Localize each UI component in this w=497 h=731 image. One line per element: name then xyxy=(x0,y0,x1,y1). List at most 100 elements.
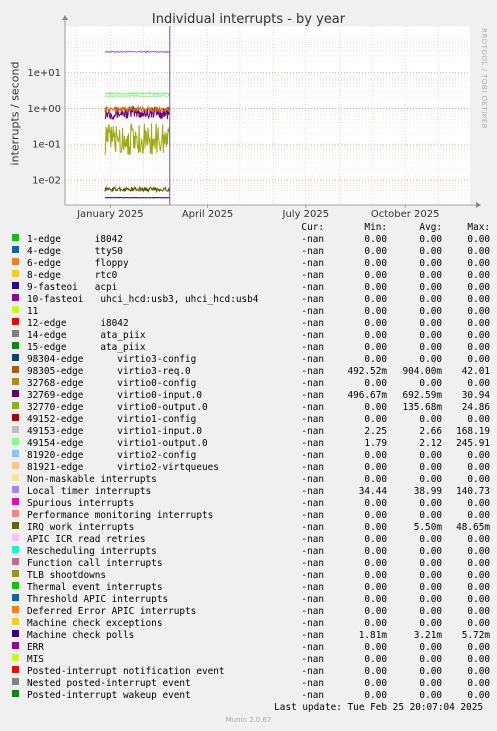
legend-avg: 0.00 xyxy=(419,318,442,329)
legend-label: 32770-edge virtio0-output.0 xyxy=(27,402,208,413)
legend-row: Local timer interrupts -nan 34.44 38.99 140.… xyxy=(12,486,492,498)
y-tick-label: 1e-01 xyxy=(32,140,61,151)
x-tick-label: July 2025 xyxy=(282,209,330,220)
legend-cur: -nan xyxy=(301,306,324,317)
legend-max: 0.00 xyxy=(467,318,490,329)
legend-label: 15-edge ata_piix xyxy=(27,342,146,353)
legend-avg: 0.00 xyxy=(419,690,442,701)
legend-label: 98304-edge virtio3-config xyxy=(27,354,197,365)
legend-label: Machine check polls xyxy=(27,630,135,641)
legend-min: 0.00 xyxy=(364,450,387,461)
legend-avg: 0.00 xyxy=(419,306,442,317)
legend-avg: 0.00 xyxy=(419,642,442,653)
legend-cur: -nan xyxy=(301,546,324,557)
legend-swatch xyxy=(12,510,19,517)
legend-max: 0.00 xyxy=(467,246,490,257)
legend-swatch xyxy=(12,450,19,457)
legend-cur: -nan xyxy=(301,510,324,521)
legend-row: 15-edge ata_piix -nan 0.00 0.00 0.00 xyxy=(12,342,492,354)
legend-min: 34.44 xyxy=(358,486,387,497)
legend-min: 0.00 xyxy=(364,414,387,425)
legend-min: 0.00 xyxy=(364,510,387,521)
legend-avg: 2.66 xyxy=(419,426,442,437)
last-update: Last update: Tue Feb 25 20:07:04 2025 xyxy=(274,702,483,713)
legend-header-cur: Cur: xyxy=(301,222,324,233)
legend-min: 0.00 xyxy=(364,570,387,581)
legend-cur: -nan xyxy=(301,594,324,605)
legend-max: 0.00 xyxy=(467,270,490,281)
legend-label: TLB shootdowns xyxy=(27,570,107,581)
legend-row: 49153-edge virtio1-input.0 -nan 2.25 2.66 16… xyxy=(12,426,492,438)
legend-label: 11 xyxy=(27,306,39,317)
legend-min: 0.00 xyxy=(364,582,387,593)
legend-row: TLB shootdowns -nan 0.00 0.00 0.00 xyxy=(12,570,492,582)
legend-cur: -nan xyxy=(301,246,324,257)
legend-row: MIS -nan 0.00 0.00 0.00 xyxy=(12,654,492,666)
legend-cur: -nan xyxy=(301,258,324,269)
legend-avg: 0.00 xyxy=(419,570,442,581)
legend-cur: -nan xyxy=(301,486,324,497)
x-tick-label: January 2025 xyxy=(76,209,144,220)
legend-swatch xyxy=(12,618,19,625)
legend-avg: 0.00 xyxy=(419,666,442,677)
legend-label: Deferred Error APIC interrupts xyxy=(27,606,197,617)
legend-avg: 0.00 xyxy=(419,270,442,281)
legend-row: Rescheduling interrupts -nan 0.00 0.00 0.00 xyxy=(12,546,492,558)
legend-min: 492.52m xyxy=(347,366,387,377)
legend-avg: 0.00 xyxy=(419,378,442,389)
legend-min: 0.00 xyxy=(364,270,387,281)
legend-max: 0.00 xyxy=(467,666,490,677)
legend-label: 10-fasteoi uhci_hcd:usb3, uhci_hcd:usb4 xyxy=(27,294,259,305)
legend-min: 0.00 xyxy=(364,594,387,605)
legend-cur: -nan xyxy=(301,450,324,461)
legend-swatch xyxy=(12,690,19,697)
legend-avg: 0.00 xyxy=(419,510,442,521)
legend-row: 8-edge rtc0 -nan 0.00 0.00 0.00 xyxy=(12,270,492,282)
legend-max: 0.00 xyxy=(467,474,490,485)
legend-avg: 0.00 xyxy=(419,354,442,365)
legend-avg: 0.00 xyxy=(419,558,442,569)
legend-min: 0.00 xyxy=(364,546,387,557)
legend-swatch xyxy=(12,366,19,373)
legend-avg: 692.59m xyxy=(402,390,442,401)
legend-row: 32769-edge virtio0-input.0 -nan 496.67m 692… xyxy=(12,390,492,402)
legend-max: 0.00 xyxy=(467,282,490,293)
legend-min: 0.00 xyxy=(364,654,387,665)
legend-avg: 0.00 xyxy=(419,498,442,509)
legend-max: 0.00 xyxy=(467,414,490,425)
legend-swatch xyxy=(12,402,19,409)
legend-min: 0.00 xyxy=(364,522,387,533)
legend-avg: 0.00 xyxy=(419,294,442,305)
legend-avg: 135.68m xyxy=(402,402,442,413)
legend-row: Deferred Error APIC interrupts -nan 0.00 0.… xyxy=(12,606,492,618)
legend-label: Local timer interrupts xyxy=(27,486,152,497)
legend-min: 0.00 xyxy=(364,534,387,545)
legend-swatch xyxy=(12,534,19,541)
legend-max: 0.00 xyxy=(467,234,490,245)
legend-min: 0.00 xyxy=(364,690,387,701)
legend-max: 168.19 xyxy=(456,426,490,437)
x-axis-arrow xyxy=(476,202,481,208)
legend-max: 245.91 xyxy=(456,438,490,449)
legend-row: 32768-edge virtio0-config -nan 0.00 0.00 0.0… xyxy=(12,378,492,390)
legend-min: 0.00 xyxy=(364,318,387,329)
legend-max: 0.00 xyxy=(467,654,490,665)
legend-max: 0.00 xyxy=(467,678,490,689)
legend-max: 24.86 xyxy=(461,402,490,413)
legend-max: 0.00 xyxy=(467,570,490,581)
legend-header: Cur: Min: Avg: Max: xyxy=(12,222,492,234)
legend-label: 6-edge floppy xyxy=(27,258,129,269)
legend-label: 4-edge ttyS0 xyxy=(27,246,123,257)
legend-row: Non-maskable interrupts -nan 0.00 0.00 0.00 xyxy=(12,474,492,486)
legend-min: 1.81m xyxy=(358,630,387,641)
legend-label: ERR xyxy=(27,642,44,653)
legend-row: Function call interrupts -nan 0.00 0.00 0.00 xyxy=(12,558,492,570)
legend-label: 32768-edge virtio0-config xyxy=(27,378,197,389)
legend-label: Posted-interrupt wakeup event xyxy=(27,690,191,701)
legend-swatch xyxy=(12,486,19,493)
legend-cur: -nan xyxy=(301,438,324,449)
plot-area: 1e+01 1e+00 1e-01 1e-02 January 2025 April 20… xyxy=(27,15,481,220)
legend-avg: 0.00 xyxy=(419,474,442,485)
legend-avg: 904.00m xyxy=(402,366,442,377)
legend-max: 0.00 xyxy=(467,306,490,317)
